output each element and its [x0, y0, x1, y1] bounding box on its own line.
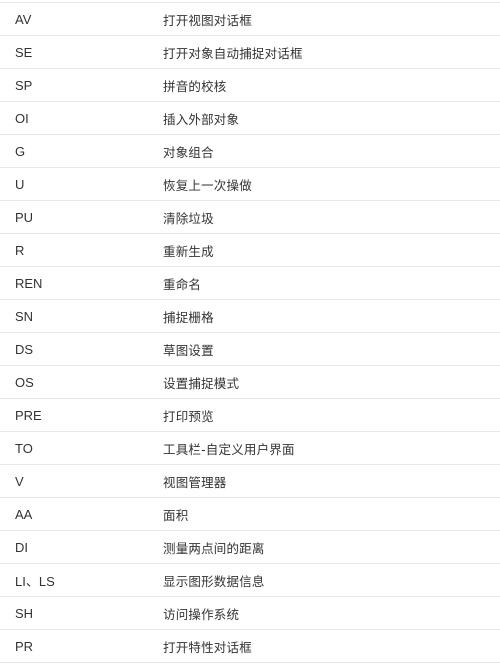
description-cell: 视图管理器 — [163, 474, 227, 490]
table-row: AV 打开视图对话框 — [0, 3, 500, 36]
description-cell: 重命名 — [163, 276, 202, 292]
command-cell: R — [15, 242, 25, 258]
table-row: SN 捕捉栅格 — [0, 300, 500, 333]
table-row: REN 重命名 — [0, 267, 500, 300]
description-cell: 工具栏-自定义用户界面 — [163, 441, 295, 457]
description-cell: 访问操作系统 — [163, 606, 240, 622]
table-row: TO 工具栏-自定义用户界面 — [0, 432, 500, 465]
table-row: R 重新生成 — [0, 234, 500, 267]
table-row: SE 打开对象自动捕捉对话框 — [0, 36, 500, 69]
description-cell: 打开特性对话框 — [163, 639, 252, 655]
table-row: OI 插入外部对象 — [0, 102, 500, 135]
description-cell: 拼音的校核 — [163, 78, 227, 94]
command-cell: PR — [15, 638, 34, 654]
table-row: DS 草图设置 — [0, 333, 500, 366]
table-row: PU 清除垃圾 — [0, 201, 500, 234]
description-cell: 显示图形数据信息 — [163, 573, 265, 589]
command-cell: V — [15, 473, 24, 489]
command-cell: OS — [15, 374, 34, 390]
description-cell: 重新生成 — [163, 243, 214, 259]
table-row: V 视图管理器 — [0, 465, 500, 498]
shortcut-table: AV 打开视图对话框 SE 打开对象自动捕捉对话框 SP 拼音的校核 OI 插入外部对象 G 对象… — [0, 2, 500, 663]
command-cell: PU — [15, 209, 34, 225]
command-cell: U — [15, 176, 25, 192]
command-cell: LI、LS — [15, 573, 55, 589]
command-cell: DS — [15, 341, 34, 357]
table-row: SP 拼音的校核 — [0, 69, 500, 102]
command-cell: OI — [15, 110, 29, 126]
table-row: G 对象组合 — [0, 135, 500, 168]
description-cell: 草图设置 — [163, 342, 214, 358]
command-cell: G — [15, 143, 26, 159]
table-row: PRE 打印预览 — [0, 399, 500, 432]
table-row: SH 访问操作系统 — [0, 597, 500, 630]
description-cell: 捕捉栅格 — [163, 309, 214, 325]
description-cell: 打开视图对话框 — [163, 12, 252, 28]
description-cell: 打开对象自动捕捉对话框 — [163, 45, 303, 61]
description-cell: 清除垃圾 — [163, 210, 214, 226]
command-cell: SH — [15, 605, 34, 621]
description-cell: 插入外部对象 — [163, 111, 240, 127]
table-row: U 恢复上一次操做 — [0, 168, 500, 201]
command-cell: AV — [15, 11, 32, 27]
command-cell: SE — [15, 44, 33, 60]
description-cell: 面积 — [163, 507, 189, 523]
table-row: PR 打开特性对话框 — [0, 630, 500, 663]
table-row: LI、LS 显示图形数据信息 — [0, 564, 500, 597]
command-cell: SP — [15, 77, 33, 93]
table-row: AA 面积 — [0, 498, 500, 531]
command-cell: PRE — [15, 407, 42, 423]
table-row: DI 测量两点间的距离 — [0, 531, 500, 564]
description-cell: 对象组合 — [163, 144, 214, 160]
description-cell: 恢复上一次操做 — [163, 177, 252, 193]
command-cell: TO — [15, 440, 33, 456]
description-cell: 设置捕捉模式 — [163, 375, 240, 391]
command-cell: REN — [15, 275, 43, 291]
command-cell: AA — [15, 506, 33, 522]
table-row: OS 设置捕捉模式 — [0, 366, 500, 399]
command-cell: DI — [15, 539, 28, 555]
description-cell: 测量两点间的距离 — [163, 540, 265, 556]
description-cell: 打印预览 — [163, 408, 214, 424]
command-cell: SN — [15, 308, 34, 324]
